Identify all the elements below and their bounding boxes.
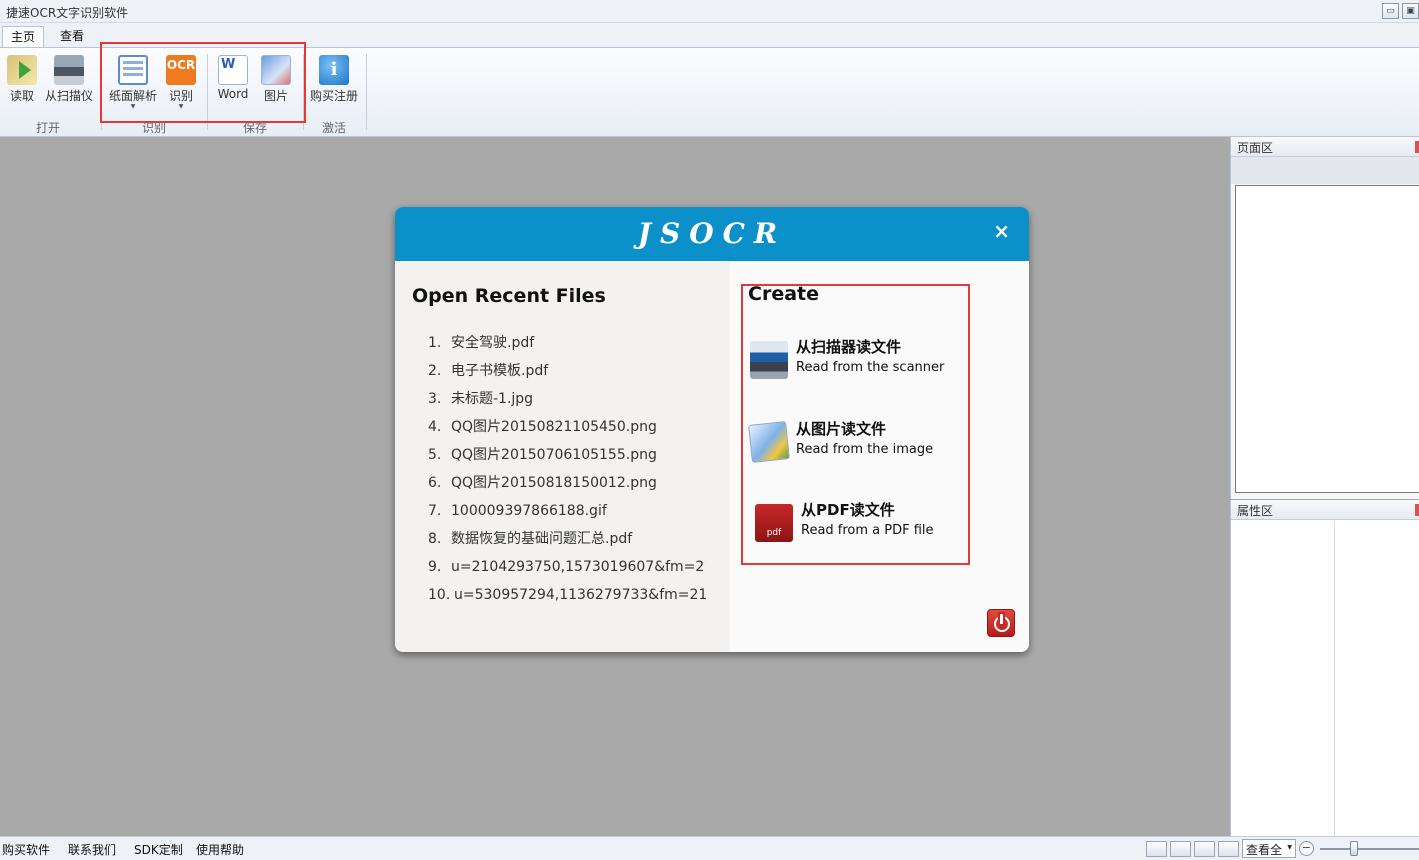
recent-file-item[interactable]: 9. u=2104293750,1573019607&fm=21&g — [428, 553, 706, 581]
sdk-custom-link[interactable]: SDK定制 — [134, 841, 183, 858]
view-mode-image-icon[interactable] — [1170, 841, 1191, 857]
dialog-close-button[interactable]: × — [993, 219, 1010, 243]
scanner-icon — [54, 55, 84, 85]
minimize-button[interactable]: ▭ — [1382, 3, 1399, 19]
app-logo: JSOCR — [637, 217, 787, 250]
properties-column-divider — [1334, 521, 1335, 836]
recent-file-item[interactable]: 6. QQ图片20150818150012.png — [428, 469, 706, 497]
recent-file-item[interactable]: 1. 安全驾驶.pdf — [428, 329, 706, 357]
highlight-box — [741, 284, 970, 565]
group-open-label: 打开 — [35, 121, 60, 135]
page-panel-title: 页面区 — [1237, 141, 1274, 155]
zoom-slider-track[interactable] — [1320, 848, 1419, 850]
power-exit-button[interactable] — [987, 609, 1015, 637]
group-activate-label: 激活 — [321, 121, 346, 135]
recent-file-item[interactable]: 2. 电子书模板.pdf — [428, 357, 706, 385]
recent-files-title: Open Recent Files — [412, 285, 606, 307]
tab-view[interactable]: 查看 — [52, 26, 92, 47]
zoom-out-button[interactable]: − — [1299, 841, 1314, 856]
recent-files-pane: Open Recent Files 1. 安全驾驶.pdf 2. 电子书模板.pdf… — [395, 261, 730, 652]
recent-files-list: 1. 安全驾驶.pdf 2. 电子书模板.pdf 3. 未标题-1.jpg 4. QQ图… — [428, 329, 706, 609]
recent-file-item[interactable]: 5. QQ图片20150706105155.png — [428, 441, 706, 469]
recent-file-item[interactable]: 4. QQ图片20150821105450.png — [428, 413, 706, 441]
zoom-select[interactable]: 查看全 ▼ — [1242, 839, 1296, 858]
recent-file-item[interactable]: 7. 100009397866188.gif — [428, 497, 706, 525]
info-icon: i — [319, 55, 349, 85]
page-panel: 页面区 — [1230, 137, 1419, 499]
window-controls: ▭ ▣ — [1382, 3, 1419, 19]
contact-us-link[interactable]: 联系我们 — [68, 841, 116, 858]
view-mode-text-icon[interactable] — [1194, 841, 1215, 857]
zoom-slider-handle[interactable] — [1350, 841, 1358, 856]
restore-button[interactable]: ▣ — [1402, 3, 1419, 19]
properties-panel: 属性区 — [1230, 500, 1419, 836]
panel-close-icon[interactable] — [1415, 504, 1419, 516]
help-link[interactable]: 使用帮助 — [196, 841, 244, 858]
buy-register-label: 购买注册 — [309, 89, 358, 103]
properties-panel-header: 属性区 — [1231, 500, 1419, 520]
page-panel-header: 页面区 — [1231, 137, 1419, 157]
recent-file-item[interactable]: 3. 未标题-1.jpg — [428, 385, 706, 413]
ribbon: 读取 从扫描仪 打开 纸面解析 ▼ OCR 识别 ▼ 识别 W Word 图片 … — [0, 42, 1419, 137]
tab-home[interactable]: 主页 — [2, 26, 45, 47]
open-file-icon — [7, 55, 37, 85]
recent-file-item[interactable]: 10. u=530957294,1136279733&fm=21&g — [428, 581, 706, 609]
view-mode-split-icon[interactable] — [1218, 841, 1239, 857]
buy-register-button[interactable]: i 购买注册 — [306, 53, 362, 111]
group-separator — [366, 54, 367, 130]
view-mode-fit-icon[interactable] — [1146, 841, 1167, 857]
properties-panel-title: 属性区 — [1237, 504, 1274, 518]
panel-close-icon[interactable] — [1415, 141, 1419, 153]
highlight-box — [100, 42, 306, 123]
buy-software-link[interactable]: 购买软件 — [2, 841, 50, 858]
page-panel-toolbar — [1231, 157, 1419, 184]
window-title: 捷速OCR文字识别软件 — [6, 6, 129, 20]
recent-file-item[interactable]: 8. 数据恢复的基础问题汇总.pdf — [428, 525, 706, 553]
page-thumbnail-area[interactable] — [1235, 185, 1419, 493]
chevron-down-icon: ▼ — [1287, 844, 1292, 851]
dialog-header: JSOCR × — [395, 207, 1029, 261]
scanner-label: 从扫描仪 — [44, 89, 93, 103]
scanner-button[interactable]: 从扫描仪 — [41, 53, 97, 111]
status-bar: 购买软件 联系我们 SDK定制 使用帮助 查看全 ▼ − — [0, 836, 1419, 860]
title-bar: 捷速OCR文字识别软件 ▭ ▣ — [0, 0, 1419, 23]
